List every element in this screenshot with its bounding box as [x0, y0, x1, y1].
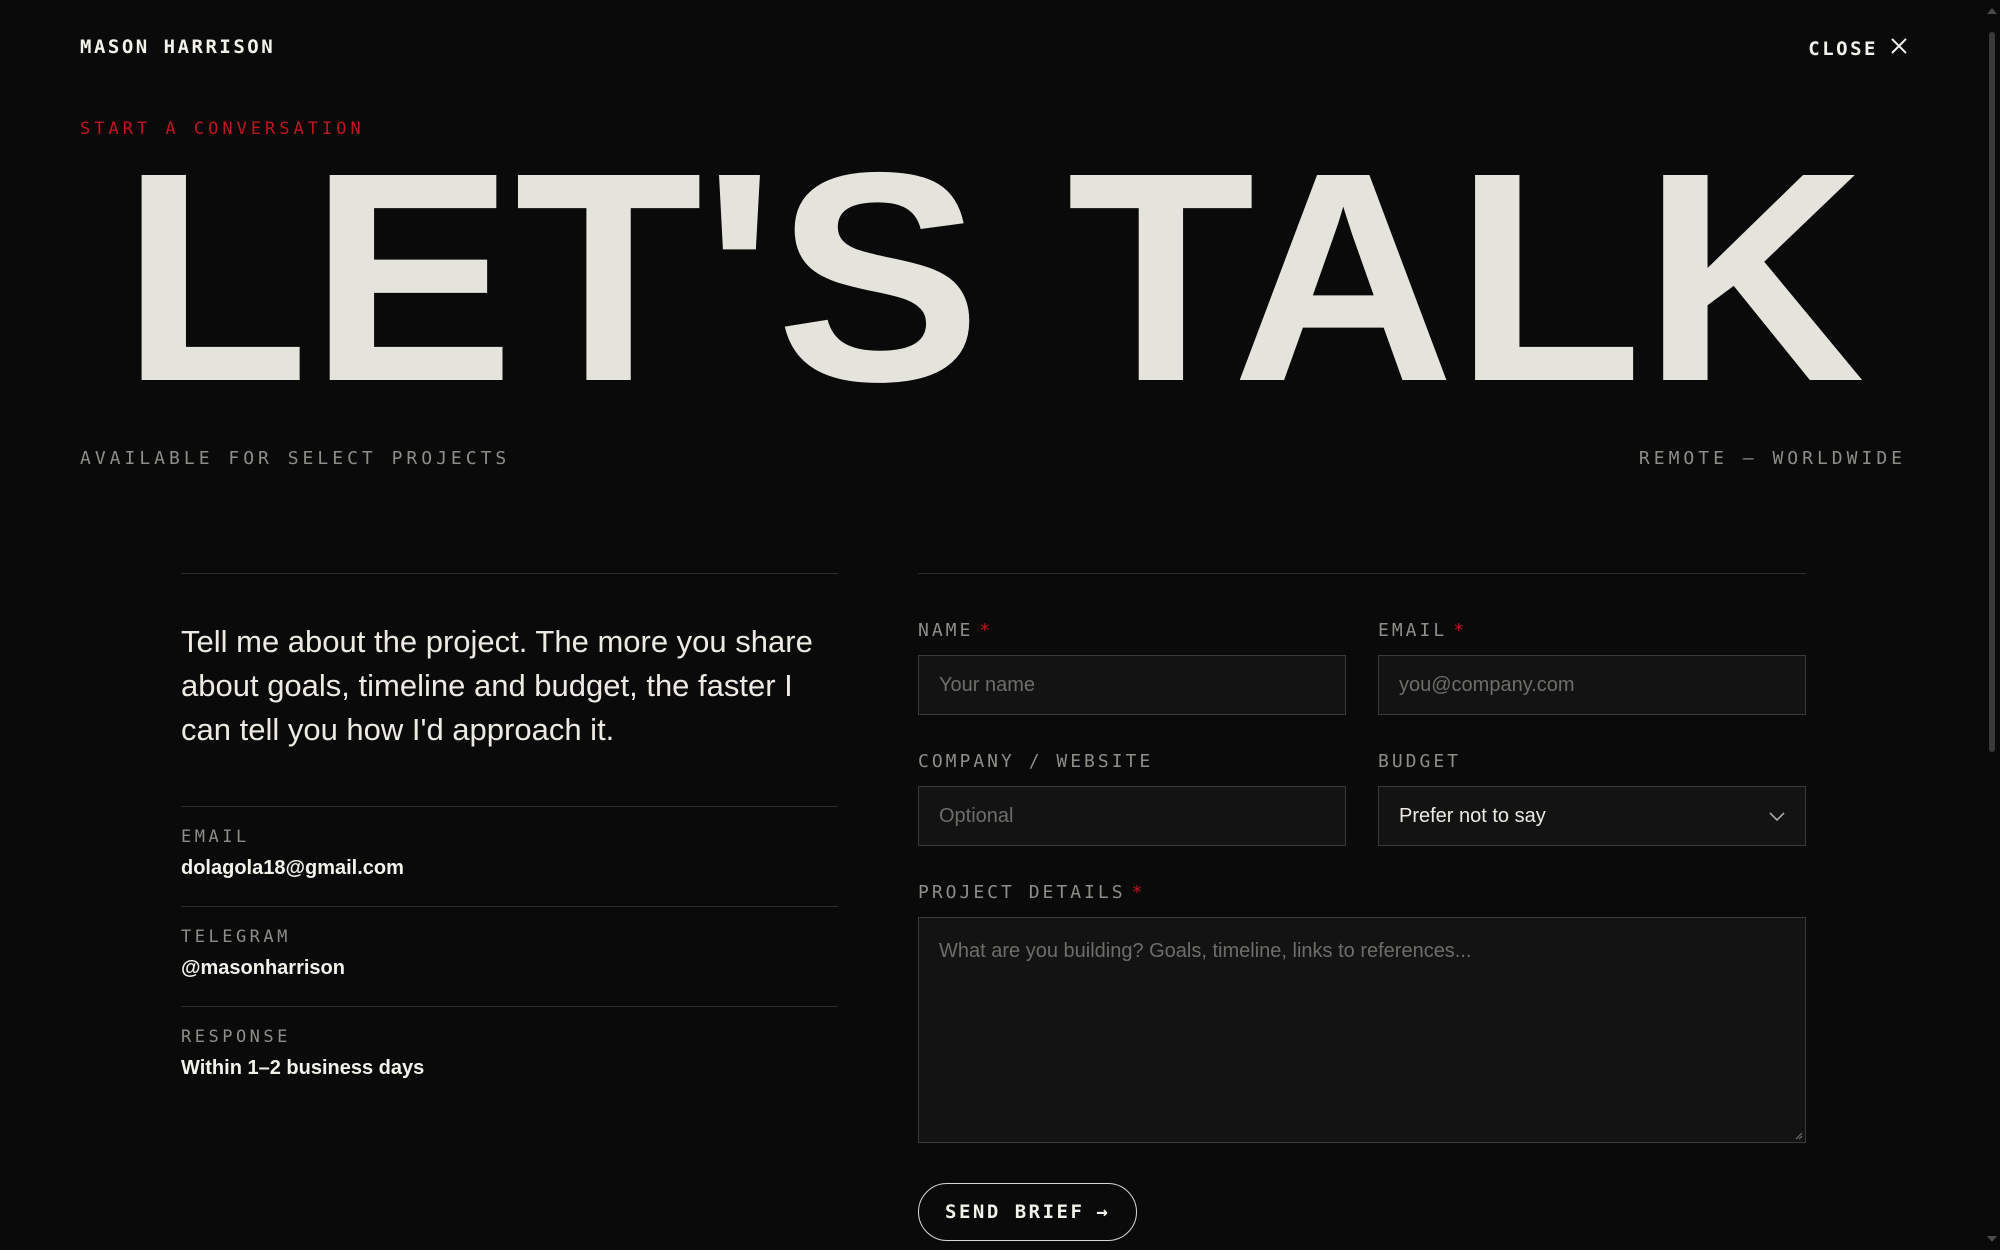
send-brief-label: SEND BRIEF — [945, 1201, 1085, 1223]
availability-text: AVAILABLE FOR SELECT PROJECTS — [80, 448, 511, 469]
project-details-label: PROJECT DETAILS * — [918, 882, 1146, 903]
company-label: COMPANY / WEBSITE — [918, 751, 1154, 772]
contact-info-column: Tell me about the project. The more you … — [181, 573, 838, 1106]
required-mark: * — [1453, 620, 1468, 641]
budget-label: BUDGET — [1378, 751, 1462, 772]
name-input[interactable]: Your name — [918, 655, 1346, 715]
divider — [181, 573, 838, 574]
response-time-block: RESPONSE Within 1–2 business days — [181, 1007, 838, 1106]
hero-title: LET'S TALK — [121, 150, 1865, 410]
scrollbar-thumb[interactable] — [1989, 32, 1995, 752]
project-details-placeholder: What are you building? Goals, timeline, … — [939, 940, 1472, 962]
contact-telegram-label: TELEGRAM — [181, 927, 291, 947]
scroll-up-icon[interactable] — [1987, 8, 1997, 14]
contact-email-value[interactable]: dolagola18@gmail.com — [181, 857, 838, 880]
send-brief-button[interactable]: SEND BRIEF → — [918, 1183, 1138, 1241]
budget-value: Prefer not to say — [1399, 804, 1546, 827]
email-input[interactable]: you@company.com — [1378, 655, 1806, 715]
response-time-label: RESPONSE — [181, 1027, 291, 1047]
hero-title-wrap: LET'S TALK — [80, 150, 1906, 410]
scroll-down-icon[interactable] — [1987, 1236, 1997, 1242]
chevron-down-icon — [1769, 805, 1785, 828]
required-mark: * — [1131, 882, 1146, 903]
location-text: REMOTE — WORLDWIDE — [1638, 448, 1906, 469]
company-input[interactable]: Optional — [918, 786, 1346, 846]
budget-select[interactable]: Prefer not to say — [1378, 786, 1806, 846]
page-scrollbar[interactable] — [1984, 0, 2000, 1250]
contact-form: NAME * Your name EMAIL * you@company.com C… — [918, 573, 1806, 1241]
arrow-right-icon: → — [1096, 1201, 1111, 1223]
close-label: CLOSE — [1808, 37, 1878, 60]
resize-grip-icon[interactable] — [1793, 1130, 1803, 1140]
project-details-textarea[interactable]: What are you building? Goals, timeline, … — [918, 917, 1806, 1143]
contact-email-label: EMAIL — [181, 827, 250, 847]
close-button[interactable]: CLOSE — [1808, 37, 1908, 60]
response-time-value: Within 1–2 business days — [181, 1057, 425, 1079]
contact-telegram-block: TELEGRAM @masonharrison — [181, 907, 838, 1006]
hero-eyebrow: START A CONVERSATION — [80, 119, 365, 139]
divider — [918, 573, 1806, 574]
brand-name[interactable]: MASON HARRISON — [80, 36, 275, 58]
name-label: NAME * — [918, 620, 994, 641]
close-icon — [1890, 37, 1908, 60]
required-mark: * — [979, 620, 994, 641]
email-label: EMAIL * — [1378, 620, 1468, 641]
contact-email-block: EMAIL dolagola18@gmail.com — [181, 807, 838, 906]
contact-telegram-value[interactable]: @masonharrison — [181, 957, 838, 980]
intro-text: Tell me about the project. The more you … — [181, 624, 813, 747]
